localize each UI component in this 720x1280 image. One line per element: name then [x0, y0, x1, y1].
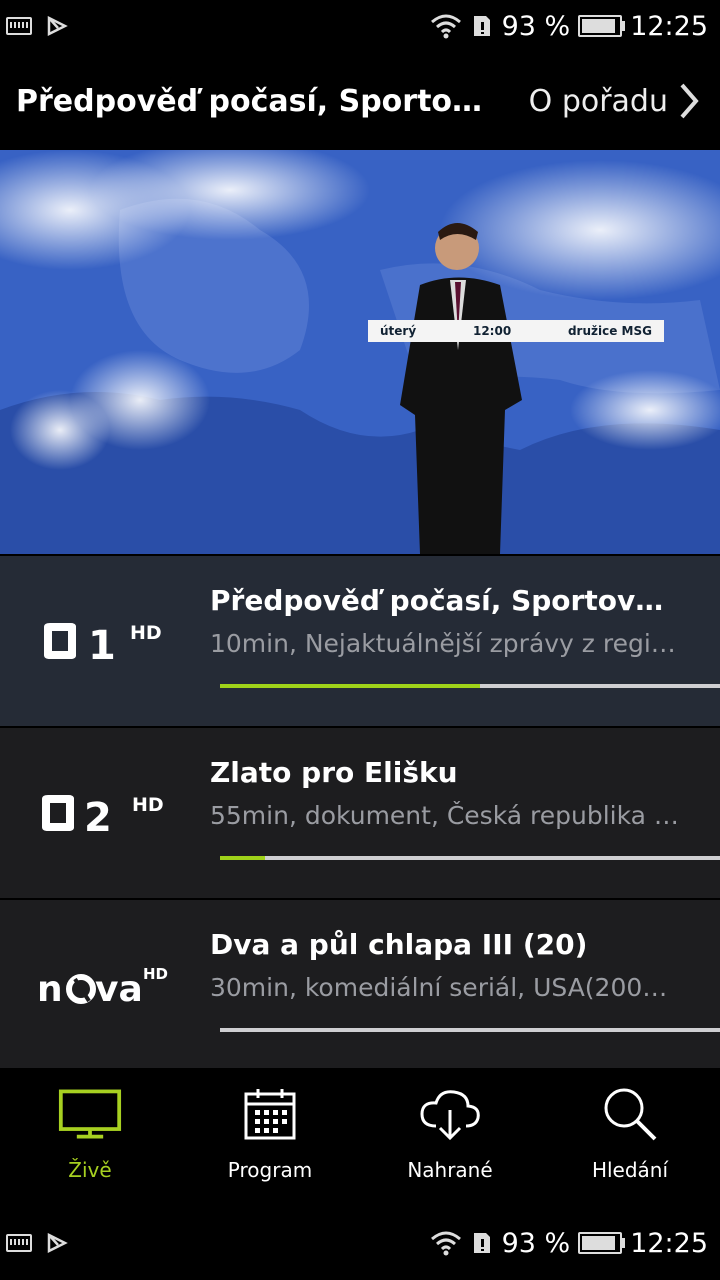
- about-program-label: O pořadu: [528, 83, 668, 119]
- channel-program-title: Dva a půl chlapa III (20): [210, 928, 588, 961]
- battery-percent: 93 %: [501, 1227, 571, 1259]
- battery-percent: 93 %: [501, 10, 571, 42]
- overlay-source: družice MSG: [567, 324, 652, 338]
- play-store-icon: [47, 1233, 68, 1253]
- tv-icon: [58, 1082, 122, 1146]
- svg-text:n: n: [37, 969, 63, 1007]
- program-progress: [220, 856, 720, 860]
- program-progress: [220, 684, 720, 688]
- channel-row-ct1[interactable]: 1 HD Předpověď počasí, Sportovní z… 10mi…: [0, 556, 720, 726]
- video-player[interactable]: úterý 12:00 družice MSG: [0, 150, 720, 554]
- svg-text:2: 2: [84, 795, 112, 835]
- nav-program[interactable]: Program: [180, 1068, 360, 1216]
- nova-hd-logo: n va HD: [0, 900, 210, 1070]
- keyboard-icon: [6, 1234, 32, 1252]
- wifi-icon: [430, 14, 461, 39]
- wifi-icon: [430, 1231, 461, 1256]
- keyboard-icon: [6, 17, 32, 35]
- channel-program-subtitle: 10min, Nejaktuálnější zprávy z regio…: [210, 629, 680, 658]
- program-title: Předpověď počasí, Sportov…: [16, 83, 486, 119]
- sim-alert-icon: [473, 1233, 490, 1253]
- status-bar-secondary: 93 % 12:25: [0, 1216, 720, 1270]
- program-progress-fill: [220, 684, 480, 688]
- nav-label: Program: [227, 1158, 313, 1182]
- channel-row-nova[interactable]: n va HD Dva a půl chlapa III (20) 30min,…: [0, 900, 720, 1070]
- clock: 12:25: [630, 1227, 708, 1259]
- svg-text:1: 1: [88, 623, 116, 663]
- channel-program-subtitle: 55min, dokument, Česká republika (…: [210, 801, 680, 830]
- sim-alert-icon: [473, 16, 490, 36]
- program-header: Předpověď počasí, Sportov… O pořadu: [0, 52, 720, 150]
- svg-text:va: va: [95, 969, 143, 1007]
- nav-search[interactable]: Hledání: [540, 1068, 720, 1216]
- svg-text:HD: HD: [130, 622, 162, 644]
- overlay-time: 12:00: [472, 324, 512, 338]
- svg-text:HD: HD: [132, 794, 164, 816]
- channel-program-title: Předpověď počasí, Sportovní z…: [210, 584, 680, 617]
- program-progress: [220, 1028, 720, 1032]
- about-program-link[interactable]: O pořadu: [529, 81, 720, 121]
- broadcast-overlay-bar: úterý 12:00 družice MSG: [368, 320, 664, 342]
- nav-label: Hledání: [591, 1158, 669, 1182]
- play-store-icon: [47, 16, 68, 36]
- bottom-navigation: Živě Program Nahrané Hledání: [0, 1068, 720, 1216]
- ct1-hd-logo: 1 HD: [0, 556, 210, 726]
- overlay-day: úterý: [380, 324, 417, 338]
- chevron-right-icon: [680, 83, 699, 119]
- status-bar: 93 % 12:25: [0, 0, 720, 52]
- calendar-icon: [238, 1082, 302, 1146]
- nav-live[interactable]: Živě: [0, 1068, 180, 1216]
- channel-program-subtitle: 30min, komediální seriál, USA(2006)…: [210, 973, 680, 1002]
- nav-recorded[interactable]: Nahrané: [360, 1068, 540, 1216]
- ct2-hd-logo: 2 HD: [0, 728, 210, 898]
- nav-label: Nahrané: [407, 1158, 493, 1182]
- program-progress-fill: [220, 856, 265, 860]
- battery-icon: [578, 15, 626, 37]
- cloud-download-icon: [418, 1082, 482, 1146]
- clock: 12:25: [630, 10, 708, 42]
- channel-program-title: Zlato pro Elišku: [210, 756, 458, 789]
- search-icon: [598, 1082, 662, 1146]
- weather-broadcast-image: [0, 150, 720, 554]
- nav-label: Živě: [68, 1158, 112, 1182]
- svg-text:HD: HD: [143, 965, 168, 983]
- battery-icon: [578, 1232, 626, 1254]
- channel-row-ct2[interactable]: 2 HD Zlato pro Elišku 55min, dokument, Č…: [0, 728, 720, 898]
